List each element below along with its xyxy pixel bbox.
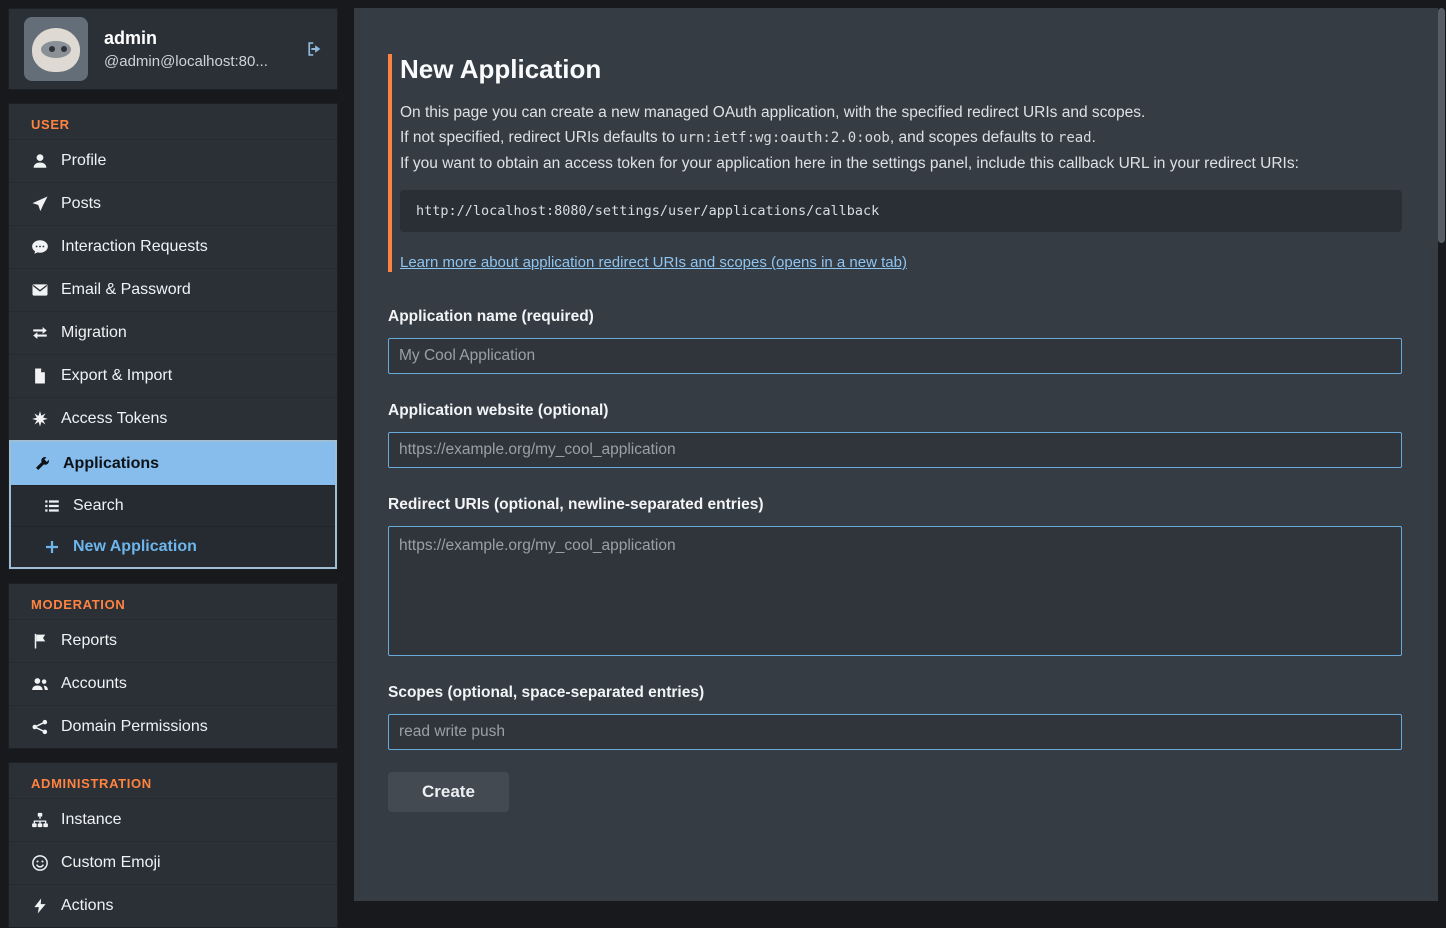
sidebar-item-domain-permissions[interactable]: Domain Permissions — [9, 705, 337, 748]
section-label-user: USER — [9, 104, 337, 139]
users-icon — [31, 675, 49, 693]
exchange-arrows-icon — [31, 324, 49, 342]
field-application-website: Application website (optional) — [388, 402, 1402, 468]
sidebar-item-label: Domain Permissions — [61, 718, 208, 736]
asterisk-icon — [31, 410, 49, 428]
intro-line-2-text: If not specified, redirect URIs defaults… — [400, 129, 679, 146]
application-website-input[interactable] — [388, 432, 1402, 468]
paper-plane-icon — [31, 195, 49, 213]
sign-out-icon[interactable] — [305, 40, 323, 58]
share-nodes-icon — [31, 718, 49, 736]
section-label-administration: ADMINISTRATION — [9, 763, 337, 798]
sidebar-item-posts[interactable]: Posts — [9, 182, 337, 225]
scopes-input[interactable] — [388, 714, 1402, 750]
sidebar-item-label: Migration — [61, 324, 127, 342]
sidebar-item-actions[interactable]: Actions — [9, 884, 337, 927]
applications-submenu: Search New Application — [11, 485, 335, 567]
flag-icon — [31, 632, 49, 650]
sidebar: admin @admin@localhost:80... USER Profil… — [8, 8, 338, 928]
field-application-name: Application name (required) — [388, 308, 1402, 374]
sidebar-section-administration: ADMINISTRATION Instance Custom Emoji Act… — [8, 762, 338, 928]
sidebar-subitem-search[interactable]: Search — [11, 485, 335, 526]
sidebar-item-reports[interactable]: Reports — [9, 619, 337, 662]
sidebar-section-moderation: MODERATION Reports Accounts Domain Permi… — [8, 583, 338, 749]
sidebar-item-custom-emoji[interactable]: Custom Emoji — [9, 841, 337, 884]
application-name-input[interactable] — [388, 338, 1402, 374]
intro-line-3: If you want to obtain an access token fo… — [400, 151, 1402, 176]
sidebar-item-label: Accounts — [61, 675, 127, 693]
intro-line-2-text: , and scopes defaults to — [890, 129, 1058, 146]
sidebar-item-label: Reports — [61, 632, 117, 650]
create-button[interactable]: Create — [388, 772, 509, 812]
intro-line-2-code: read — [1058, 130, 1092, 146]
envelope-icon — [31, 281, 49, 299]
sidebar-item-label: Applications — [63, 455, 159, 473]
smile-icon — [31, 854, 49, 872]
sidebar-subitem-new-application[interactable]: New Application — [11, 526, 335, 567]
comment-icon — [31, 238, 49, 256]
sidebar-item-applications[interactable]: Applications — [11, 442, 335, 485]
applications-group: Applications Search New Application — [9, 440, 337, 569]
intro-line-1: On this page you can create a new manage… — [400, 100, 1402, 125]
sidebar-item-interaction-requests[interactable]: Interaction Requests — [9, 225, 337, 268]
application-website-label: Application website (optional) — [388, 402, 1402, 420]
sidebar-subitem-label: Search — [73, 497, 124, 515]
user-handle: @admin@localhost:80... — [104, 53, 289, 70]
tools-icon — [33, 455, 51, 473]
sitemap-icon — [31, 811, 49, 829]
sidebar-item-label: Custom Emoji — [61, 854, 161, 872]
sidebar-item-accounts[interactable]: Accounts — [9, 662, 337, 705]
redirect-uris-label: Redirect URIs (optional, newline-separat… — [388, 496, 1402, 514]
avatar-eyes — [49, 46, 55, 52]
user-card: admin @admin@localhost:80... — [8, 8, 338, 90]
sidebar-item-migration[interactable]: Migration — [9, 311, 337, 354]
scopes-label: Scopes (optional, space-separated entrie… — [388, 684, 1402, 702]
sidebar-section-user: USER Profile Posts Interaction Requests … — [8, 103, 338, 570]
sidebar-item-label: Interaction Requests — [61, 238, 208, 256]
sidebar-item-email-password[interactable]: Email & Password — [9, 268, 337, 311]
field-redirect-uris: Redirect URIs (optional, newline-separat… — [388, 496, 1402, 656]
sidebar-item-instance[interactable]: Instance — [9, 798, 337, 841]
intro-line-2-text: . — [1092, 129, 1096, 146]
sidebar-item-label: Email & Password — [61, 281, 191, 299]
sidebar-item-profile[interactable]: Profile — [9, 139, 337, 182]
section-label-moderation: MODERATION — [9, 584, 337, 619]
callback-url-code: http://localhost:8080/settings/user/appl… — [400, 190, 1402, 232]
page-title: New Application — [400, 54, 1402, 85]
avatar — [24, 17, 88, 81]
bolt-icon — [31, 897, 49, 915]
sidebar-item-label: Access Tokens — [61, 410, 167, 428]
main-panel: New Application On this page you can cre… — [354, 8, 1438, 901]
intro-section: New Application On this page you can cre… — [388, 54, 1402, 272]
user-name: admin — [104, 28, 289, 49]
sidebar-item-export-import[interactable]: Export & Import — [9, 354, 337, 397]
sidebar-subitem-label: New Application — [73, 538, 197, 556]
sidebar-item-label: Instance — [61, 811, 121, 829]
user-icon — [31, 152, 49, 170]
sidebar-item-label: Export & Import — [61, 367, 172, 385]
sidebar-item-label: Posts — [61, 195, 101, 213]
redirect-uris-textarea[interactable] — [388, 526, 1402, 656]
field-scopes: Scopes (optional, space-separated entrie… — [388, 684, 1402, 750]
sidebar-item-access-tokens[interactable]: Access Tokens — [9, 397, 337, 440]
file-export-icon — [31, 367, 49, 385]
list-icon — [43, 497, 61, 515]
application-name-label: Application name (required) — [388, 308, 1402, 326]
plus-icon — [43, 538, 61, 556]
intro-line-2-code: urn:ietf:wg:oauth:2.0:oob — [679, 130, 890, 146]
intro-line-2: If not specified, redirect URIs defaults… — [400, 125, 1402, 151]
sidebar-item-label: Profile — [61, 152, 106, 170]
new-application-form: Application name (required) Application … — [388, 308, 1402, 812]
learn-more-link[interactable]: Learn more about application redirect UR… — [400, 254, 907, 271]
user-info: admin @admin@localhost:80... — [104, 28, 289, 70]
scrollbar-thumb[interactable] — [1438, 8, 1445, 243]
sidebar-item-label: Actions — [61, 897, 113, 915]
